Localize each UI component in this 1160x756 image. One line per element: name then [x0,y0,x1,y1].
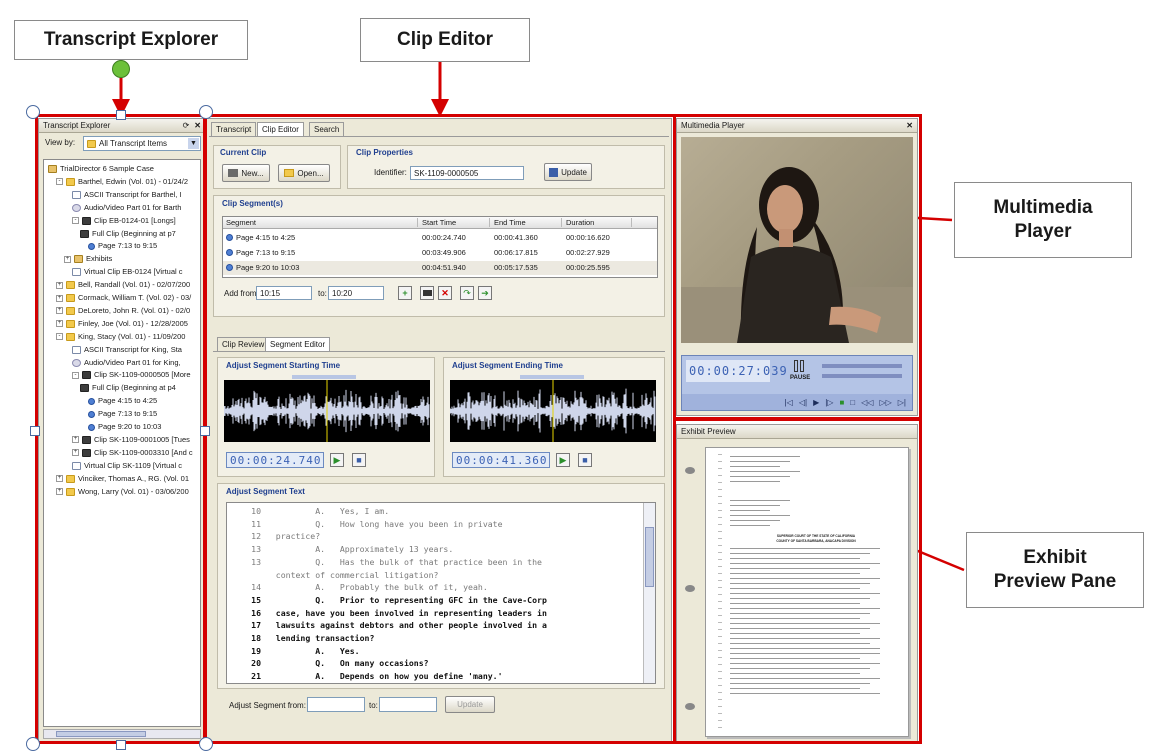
resize-handle [116,740,126,750]
resize-handle [26,737,40,751]
exhibit-highlight [673,418,922,744]
player-highlight [673,114,922,420]
resize-handle [199,737,213,751]
resize-handle [116,110,126,120]
rotate-handle [112,60,130,78]
resize-handle [200,426,210,436]
explorer-highlight [35,114,207,744]
resize-handle [26,105,40,119]
resize-handle [199,105,213,119]
resize-handle [30,426,40,436]
